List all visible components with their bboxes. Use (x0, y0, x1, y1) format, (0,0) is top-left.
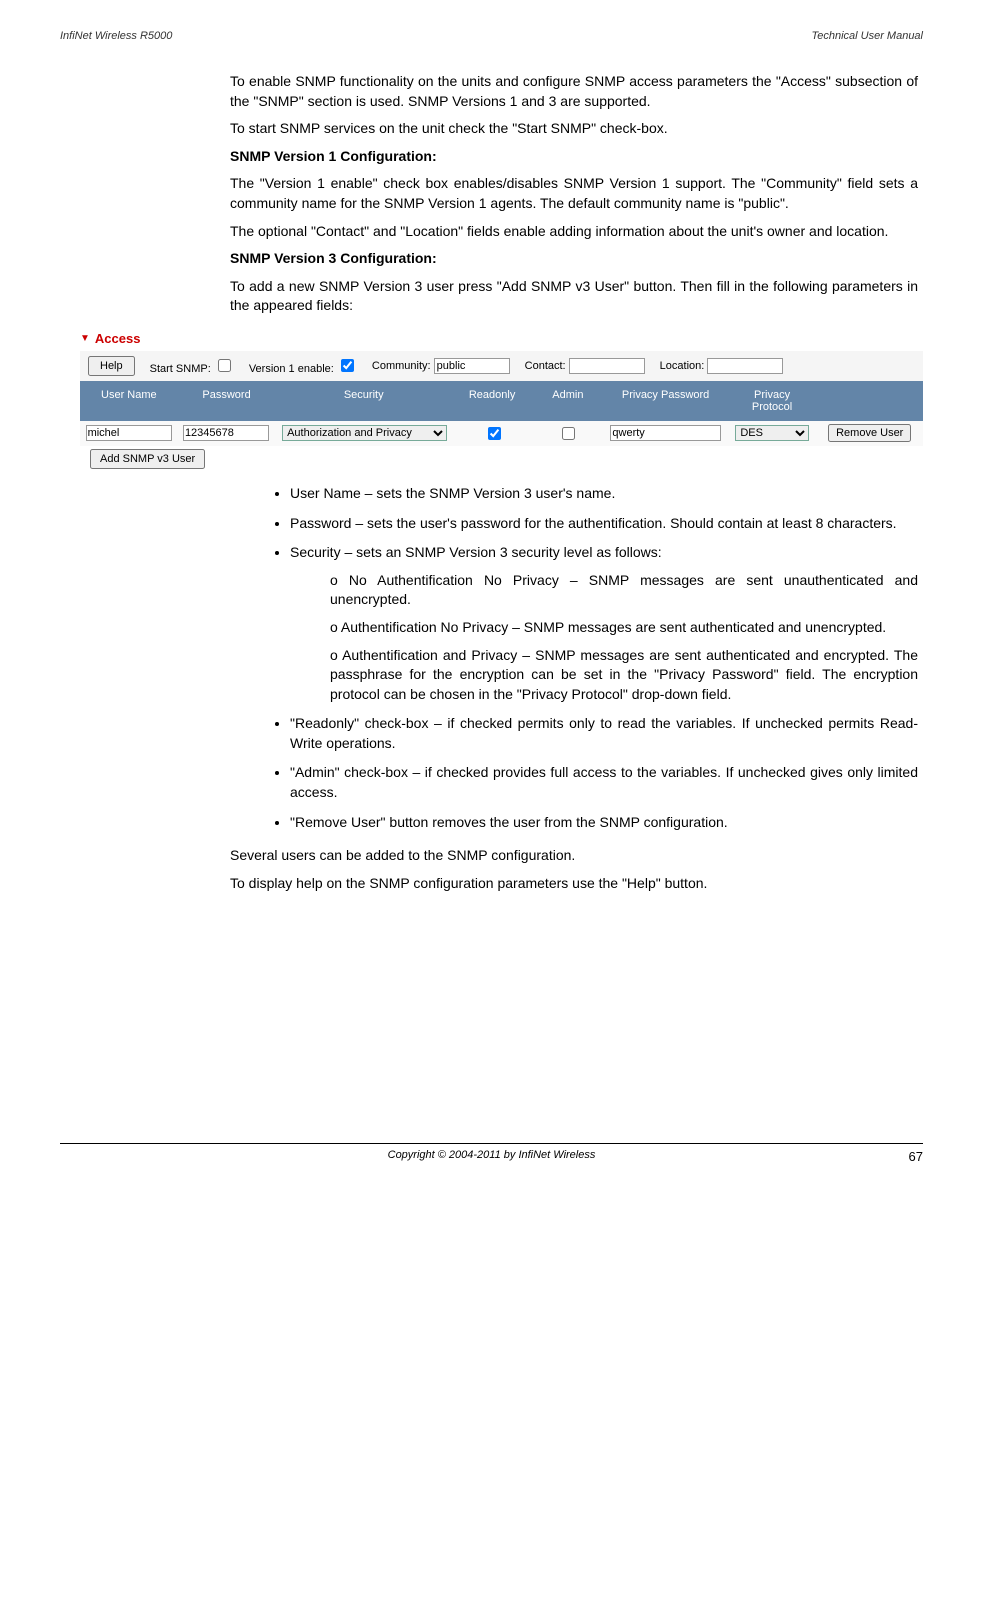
access-section-header: ▼ Access (80, 331, 923, 346)
list-item: "Remove User" button removes the user fr… (290, 813, 918, 833)
sub-list: No Authentification No Privacy – SNMP me… (290, 571, 918, 705)
contact-input[interactable] (569, 358, 645, 374)
bullet-list: User Name – sets the SNMP Version 3 user… (250, 484, 918, 832)
readonly-checkbox[interactable] (488, 427, 501, 440)
col-username: User Name (80, 389, 178, 413)
col-privpass: Privacy Password (604, 389, 728, 413)
access-panel-screenshot: ▼ Access Help Start SNMP: Version 1 enab… (80, 331, 923, 469)
help-button[interactable]: Help (88, 356, 135, 376)
paragraph: To enable SNMP functionality on the unit… (230, 72, 918, 111)
toolbar: Help Start SNMP: Version 1 enable: Commu… (80, 351, 923, 381)
paragraph: To start SNMP services on the unit check… (230, 119, 918, 139)
copyright: Copyright © 2004-2011 by InfiNet Wireles… (388, 1149, 596, 1161)
sub-list-item: No Authentification No Privacy – SNMP me… (330, 571, 918, 610)
col-password: Password (178, 389, 276, 413)
start-snmp-label: Start SNMP: (150, 356, 234, 375)
page-header: InfiNet Wireless R5000 Technical User Ma… (60, 30, 923, 42)
admin-checkbox[interactable] (562, 427, 575, 440)
triangle-icon: ▼ (80, 333, 90, 344)
list-item: Security – sets an SNMP Version 3 securi… (290, 543, 918, 704)
paragraph: Several users can be added to the SNMP c… (230, 846, 918, 866)
start-snmp-checkbox[interactable] (218, 359, 231, 372)
col-security: Security (275, 389, 452, 413)
remove-user-button[interactable]: Remove User (828, 424, 911, 442)
access-title: Access (95, 331, 141, 346)
add-snmp-user-button[interactable]: Add SNMP v3 User (90, 449, 205, 469)
security-select[interactable]: Authorization and Privacy (282, 425, 447, 441)
paragraph: The optional "Contact" and "Location" fi… (230, 222, 918, 242)
list-item: User Name – sets the SNMP Version 3 user… (290, 484, 918, 504)
password-input[interactable] (183, 425, 269, 441)
heading: SNMP Version 3 Configuration: (230, 249, 918, 269)
page-footer: Copyright © 2004-2011 by InfiNet Wireles… (60, 1143, 923, 1161)
list-item: Password – sets the user's password for … (290, 514, 918, 534)
heading: SNMP Version 1 Configuration: (230, 147, 918, 167)
col-remove (817, 389, 923, 413)
list-item: "Readonly" check-box – if checked permit… (290, 714, 918, 753)
paragraph: To add a new SNMP Version 3 user press "… (230, 277, 918, 316)
contact-label: Contact: (525, 358, 645, 374)
col-admin: Admin (532, 389, 603, 413)
paragraph: To display help on the SNMP configuratio… (230, 874, 918, 894)
username-input[interactable] (86, 425, 172, 441)
version1-checkbox[interactable] (341, 359, 354, 372)
col-privprot: Privacy Protocol (728, 389, 817, 413)
community-input[interactable] (434, 358, 510, 374)
paragraph: The "Version 1 enable" check box enables… (230, 174, 918, 213)
table-header: User Name Password Security Readonly Adm… (80, 381, 923, 421)
privacy-protocol-select[interactable]: DES (735, 425, 809, 441)
location-input[interactable] (707, 358, 783, 374)
community-label: Community: (372, 358, 510, 374)
sub-list-item: Authentification and Privacy – SNMP mess… (330, 646, 918, 705)
location-label: Location: (660, 358, 784, 374)
col-readonly: Readonly (452, 389, 532, 413)
table-row: Authorization and Privacy DES Remove Use… (80, 421, 923, 446)
list-item: "Admin" check-box – if checked provides … (290, 763, 918, 802)
version1-label: Version 1 enable: (249, 356, 357, 375)
privacy-password-input[interactable] (610, 425, 721, 441)
header-left: InfiNet Wireless R5000 (60, 30, 172, 42)
page-number: 67 (909, 1149, 923, 1164)
sub-list-item: Authentification No Privacy – SNMP messa… (330, 618, 918, 638)
header-right: Technical User Manual (812, 30, 923, 42)
